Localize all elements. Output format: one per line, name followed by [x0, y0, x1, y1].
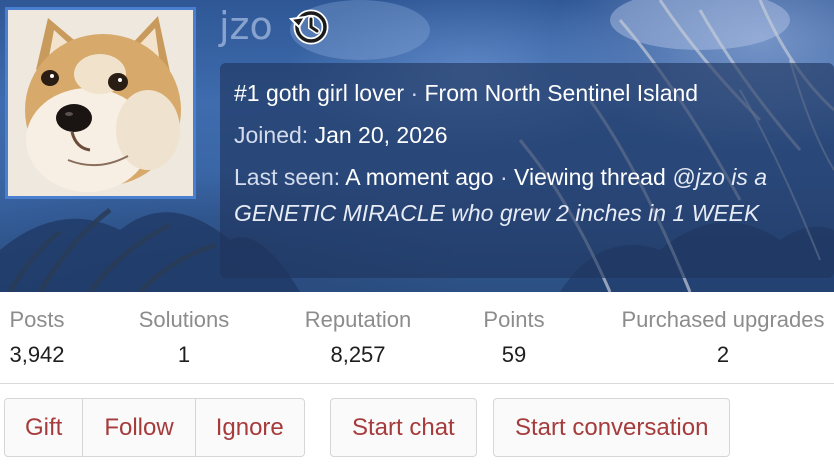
start-conversation-button[interactable]: Start conversation — [494, 399, 729, 456]
stat-label: Solutions — [138, 307, 230, 332]
stat-label: Posts — [9, 307, 65, 332]
title-location-line: #1 goth girl lover · From North Sentinel… — [234, 75, 820, 117]
stat-label: Reputation — [304, 307, 412, 332]
username: jzo — [219, 4, 273, 48]
location-link[interactable]: North Sentinel Island — [485, 80, 699, 106]
profile-stats: Posts 3,942 Solutions 1 Reputation 8,257… — [0, 300, 834, 382]
stat-value: 59 — [501, 342, 527, 367]
stat-points[interactable]: Points 59 — [474, 300, 554, 370]
stat-solutions[interactable]: Solutions 1 — [128, 300, 240, 370]
last-seen-time: A moment ago — [345, 164, 494, 190]
ignore-button[interactable]: Ignore — [194, 399, 304, 456]
divider — [0, 383, 834, 384]
location-prefix: From — [424, 80, 479, 106]
stat-value: 3,942 — [9, 342, 65, 367]
last-seen-line: Last seen: A moment ago · Viewing thread… — [234, 159, 820, 231]
stat-value: 8,257 — [330, 342, 386, 367]
separator: · — [410, 80, 419, 106]
profile-info-panel: #1 goth girl lover · From North Sentinel… — [220, 63, 834, 278]
joined-date: Jan 20, 2026 — [314, 122, 448, 148]
start-chat-group: Start chat — [330, 398, 477, 457]
history-icon[interactable] — [287, 5, 331, 49]
stat-purchased-upgrades[interactable]: Purchased upgrades 2 — [612, 300, 834, 370]
start-chat-button[interactable]: Start chat — [331, 399, 476, 456]
stat-value: 2 — [716, 342, 730, 367]
gift-button[interactable]: Gift — [5, 399, 82, 456]
stat-value: 1 — [177, 342, 191, 367]
follow-button[interactable]: Follow — [82, 399, 194, 456]
stat-label: Purchased upgrades — [621, 307, 825, 332]
start-conversation-group: Start conversation — [493, 398, 731, 457]
stat-posts[interactable]: Posts 3,942 — [0, 300, 74, 370]
stat-label: Points — [483, 307, 545, 332]
activity-label: Viewing thread — [514, 164, 666, 190]
last-seen-label: Last seen: — [234, 164, 341, 190]
member-actions-group: Gift Follow Ignore — [4, 398, 305, 457]
separator: · — [499, 164, 508, 190]
stat-reputation[interactable]: Reputation 8,257 — [293, 300, 423, 370]
joined-line: Joined: Jan 20, 2026 — [234, 117, 820, 159]
joined-label: Joined: — [234, 122, 309, 148]
custom-title: #1 goth girl lover — [234, 80, 405, 106]
avatar[interactable] — [5, 7, 196, 199]
avatar-image — [8, 10, 193, 196]
